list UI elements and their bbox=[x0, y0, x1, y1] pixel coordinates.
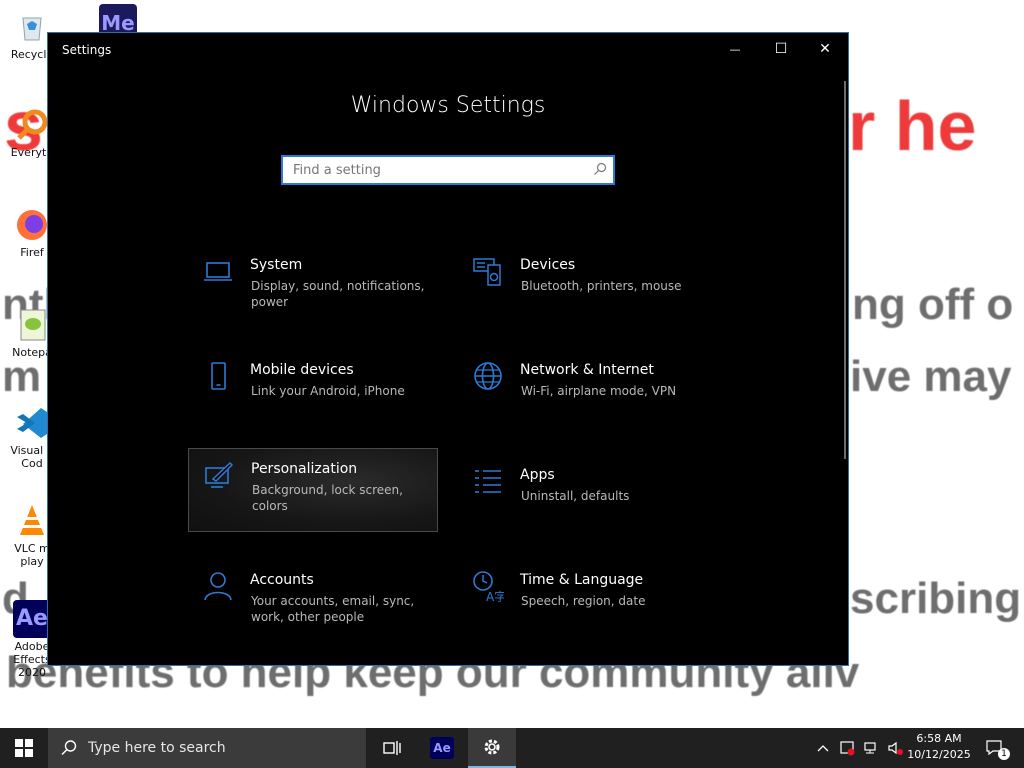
task-view-icon bbox=[383, 741, 401, 755]
bg-text: ng off o bbox=[852, 280, 1014, 329]
tile-title: Mobile devices bbox=[250, 362, 354, 378]
tile-title: Time & Language bbox=[520, 572, 644, 588]
taskbar-search-placeholder: Type here to search bbox=[88, 740, 226, 756]
search-icon bbox=[61, 740, 77, 756]
laptop-icon bbox=[204, 262, 232, 281]
search-box[interactable] bbox=[281, 155, 615, 185]
clock-time: 6:58 AM bbox=[916, 732, 962, 745]
phone-icon bbox=[211, 362, 226, 390]
search-input[interactable] bbox=[283, 157, 583, 183]
tile-network-internet[interactable]: Network & Internet Wi-Fi, airplane mode,… bbox=[458, 350, 708, 434]
after-effects-icon: Ae bbox=[13, 600, 51, 638]
tile-description: Background, lock screen, colors bbox=[252, 483, 403, 513]
tile-title: Network & Internet bbox=[520, 362, 654, 378]
bg-text: ive may bbox=[850, 352, 1012, 401]
after-effects-icon: Ae bbox=[430, 737, 454, 759]
security-warning-icon bbox=[840, 741, 855, 756]
tile-description: Uninstall, defaults bbox=[521, 489, 630, 503]
svg-text:A字: A字 bbox=[486, 589, 504, 602]
taskbar-search-box[interactable]: Type here to search bbox=[48, 728, 366, 768]
tile-description: Link your Android, iPhone bbox=[251, 384, 405, 398]
maximize-icon: ☐ bbox=[774, 41, 788, 57]
tile-mobile-devices[interactable]: Mobile devices Link your Android, iPhone bbox=[188, 350, 438, 434]
tile-description: Your accounts, email, sync, work, other … bbox=[251, 594, 415, 624]
tray-security[interactable] bbox=[836, 728, 858, 768]
windows-logo-icon bbox=[15, 739, 33, 757]
time-language-icon: A字 bbox=[473, 571, 504, 602]
tile-title: Devices bbox=[520, 257, 576, 273]
tile-devices[interactable]: Devices Bluetooth, printers, mouse bbox=[458, 245, 708, 329]
taskbar: Type here to search Ae 6:58 AM 10/12/202… bbox=[0, 728, 1024, 768]
recycle-bin-icon bbox=[13, 8, 51, 46]
taskbar-after-effects[interactable]: Ae bbox=[418, 728, 466, 768]
notifications-button[interactable]: 1 bbox=[978, 728, 1012, 768]
tile-description: Bluetooth, printers, mouse bbox=[521, 279, 682, 293]
tile-apps[interactable]: Apps Uninstall, defaults bbox=[458, 455, 708, 539]
tile-description: Wi-Fi, airplane mode, VPN bbox=[521, 384, 677, 398]
tile-description: Speech, region, date bbox=[521, 594, 646, 608]
tray-network[interactable] bbox=[860, 728, 882, 768]
chevron-up-icon bbox=[817, 745, 829, 752]
tile-title: System bbox=[250, 257, 303, 273]
tile-title: Accounts bbox=[250, 572, 314, 588]
bg-text: m bbox=[2, 352, 42, 401]
page-title: Windows Settings bbox=[350, 93, 546, 118]
close-button[interactable]: ✕ bbox=[802, 33, 848, 65]
person-icon bbox=[204, 572, 232, 601]
clock-date: 10/12/2025 bbox=[907, 748, 971, 761]
minimize-button[interactable]: — bbox=[712, 33, 758, 65]
notepad-plus-plus-icon bbox=[13, 306, 51, 344]
devices-icon bbox=[473, 258, 501, 286]
tray-volume[interactable] bbox=[884, 728, 906, 768]
taskbar-settings[interactable] bbox=[468, 728, 516, 768]
window-title: Settings bbox=[62, 43, 112, 57]
tile-system[interactable]: System Display, sound, notifications, po… bbox=[188, 245, 438, 329]
volume-muted-icon bbox=[888, 741, 903, 755]
network-icon bbox=[864, 742, 876, 754]
globe-icon bbox=[474, 362, 502, 390]
bg-text: r he bbox=[848, 87, 977, 165]
scrollbar[interactable] bbox=[844, 81, 846, 459]
search-icon[interactable] bbox=[593, 162, 607, 176]
tile-time-language[interactable]: A字 Time & Language Speech, region, date bbox=[458, 560, 708, 644]
title-bar[interactable]: Settings — ☐ ✕ bbox=[48, 33, 848, 67]
settings-window: Settings — ☐ ✕ Windows Settings System D… bbox=[47, 32, 849, 666]
tile-title: Personalization bbox=[251, 461, 358, 477]
start-button[interactable] bbox=[0, 728, 48, 768]
firefox-icon bbox=[13, 206, 51, 244]
show-hidden-icons-button[interactable] bbox=[812, 728, 834, 768]
gear-icon bbox=[484, 739, 500, 755]
tile-accounts[interactable]: Accounts Your accounts, email, sync, wor… bbox=[188, 560, 438, 644]
tile-title: Apps bbox=[520, 467, 555, 483]
tile-personalization[interactable]: Personalization Background, lock screen,… bbox=[188, 448, 438, 532]
maximize-button[interactable]: ☐ bbox=[758, 33, 804, 65]
vlc-icon bbox=[13, 502, 51, 540]
bg-text: scribing bbox=[850, 574, 1022, 623]
vscode-icon bbox=[13, 404, 51, 442]
apps-list-icon bbox=[475, 470, 501, 493]
close-icon: ✕ bbox=[819, 41, 831, 57]
task-view-button[interactable] bbox=[368, 728, 416, 768]
everything-search-icon bbox=[13, 106, 51, 144]
notification-count: 1 bbox=[998, 748, 1010, 760]
minimize-icon: — bbox=[729, 42, 741, 56]
clock[interactable]: 6:58 AM 10/12/2025 bbox=[906, 731, 972, 763]
tile-description: Display, sound, notifications, power bbox=[251, 279, 425, 309]
personalization-icon bbox=[205, 461, 234, 488]
